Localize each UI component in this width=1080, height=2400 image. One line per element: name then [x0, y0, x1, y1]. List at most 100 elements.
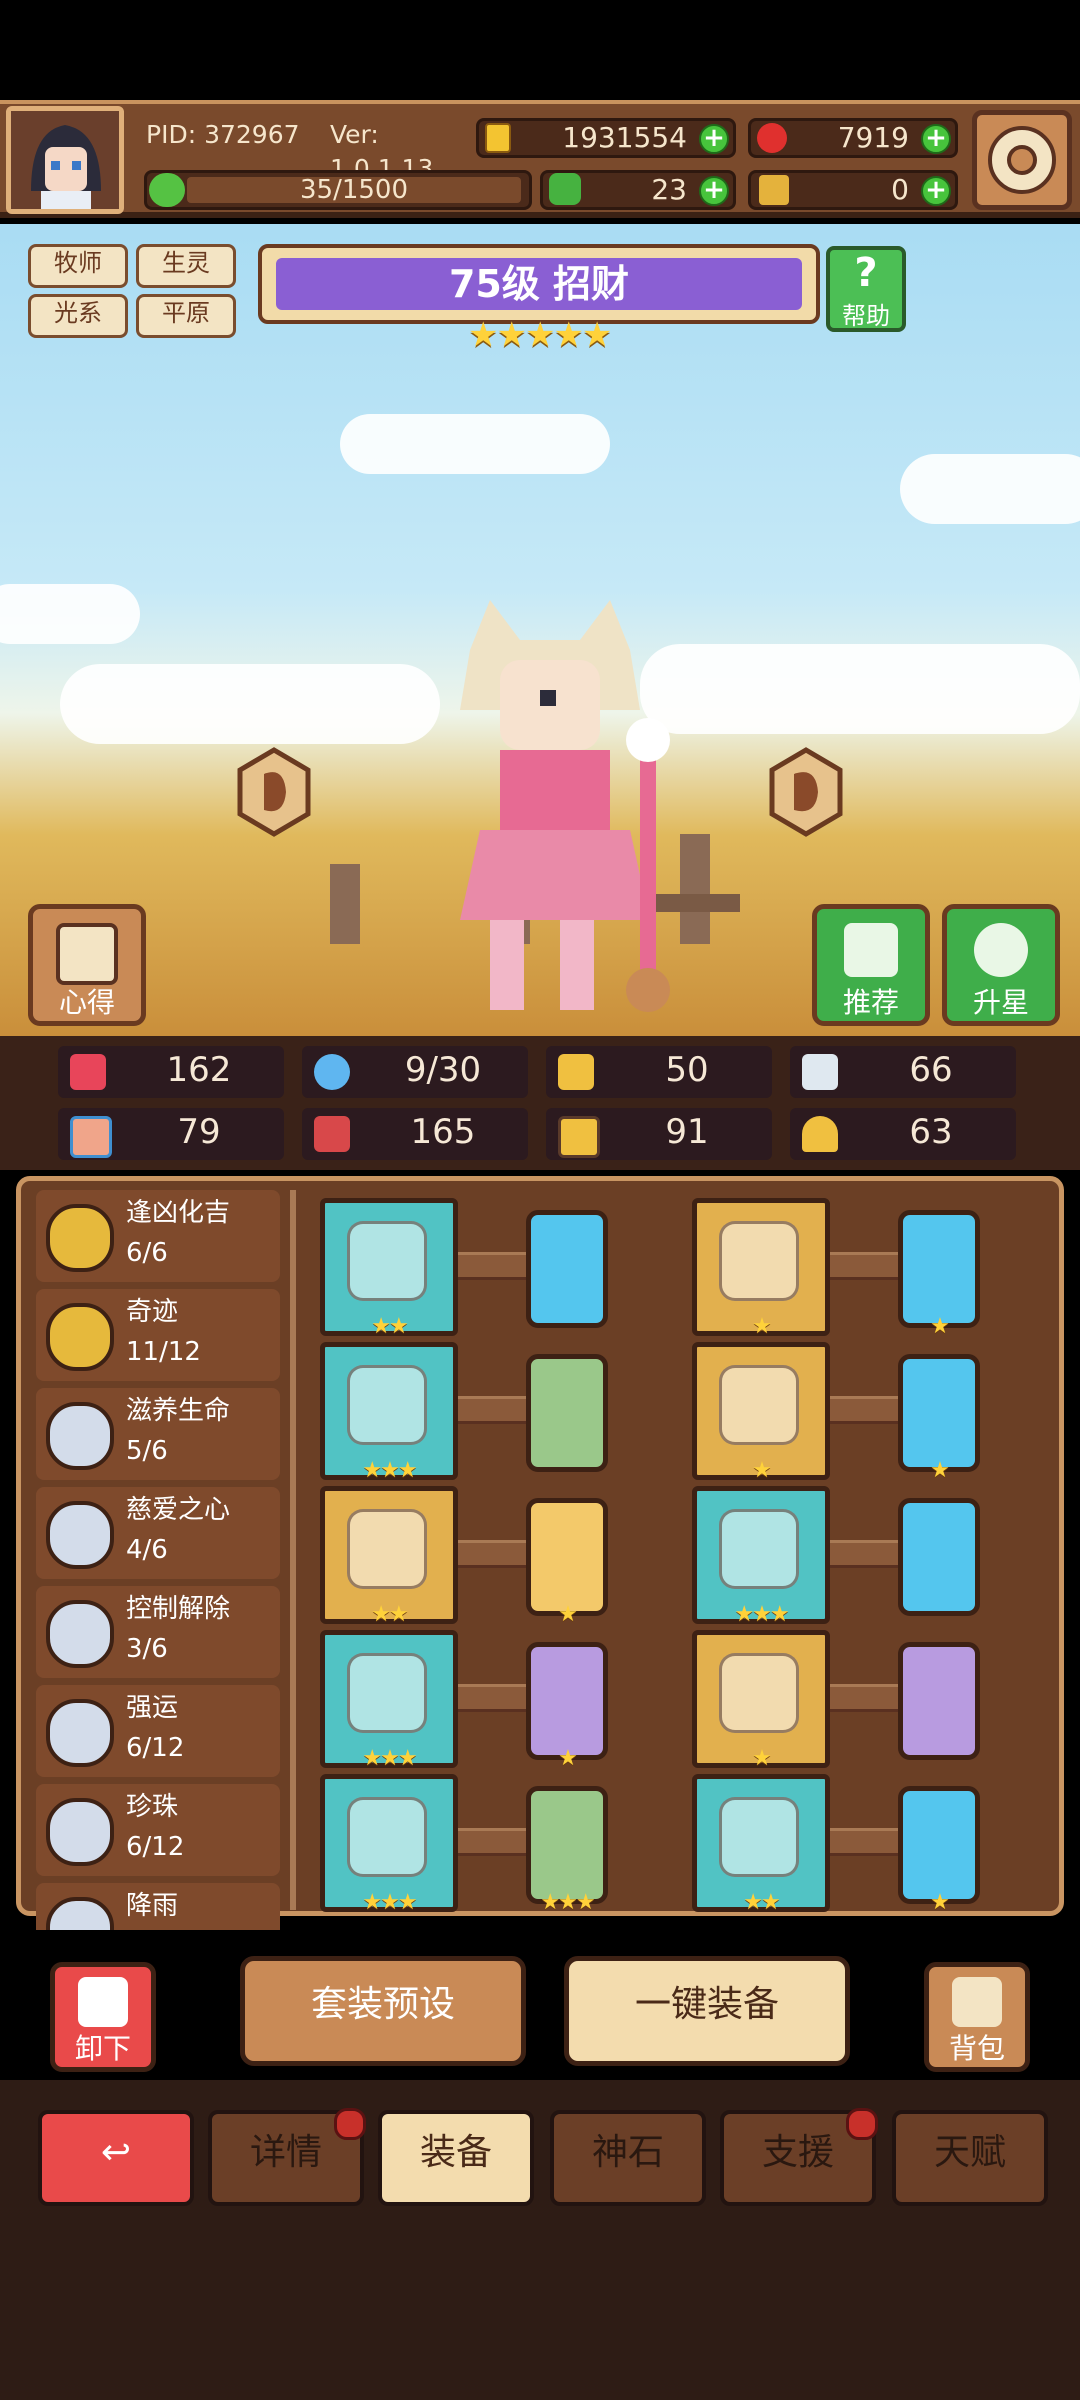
item-star-rating: ★ [752, 1458, 772, 1483]
xinde-button[interactable]: 心得 [28, 904, 146, 1026]
hero-title: 75级 招财 [276, 258, 802, 310]
set-count: 6/12 [126, 1733, 185, 1763]
tab-support[interactable]: 支援 [720, 2108, 878, 2206]
golden-armor-icon[interactable]: ★ [692, 1342, 830, 1483]
back-button[interactable]: ↩ [38, 2110, 194, 2206]
stat-speed-value: 91 [665, 1112, 709, 1152]
spoon-wand-icon[interactable]: ★★ [320, 1198, 458, 1339]
cloud [0, 584, 140, 644]
drop-icon [314, 1054, 350, 1090]
ruby-counter: 7919 + [748, 118, 958, 158]
gold-set-medal-icon [46, 1303, 114, 1371]
class-tag-priest: 牧师 [28, 244, 128, 288]
recommend-button[interactable]: 推荐 [812, 904, 930, 1026]
purple-gem-slot[interactable]: ★ [526, 1642, 608, 1771]
set-name: 控制解除 [126, 1594, 231, 1624]
set-count: 11/12 [126, 1337, 201, 1367]
set-row[interactable]: 降雨 [36, 1883, 280, 1930]
gold-coin-icon [485, 123, 511, 153]
tab-details-label: 详情 [249, 2132, 322, 2173]
tab-support-label: 支援 [761, 2132, 834, 2173]
blue-gem-slot[interactable] [526, 1210, 608, 1328]
silver-set-medal-icon [46, 1798, 114, 1866]
set-name: 滋养生命 [126, 1396, 231, 1426]
set-count: 5/6 [126, 1436, 168, 1466]
set-count: 6/6 [126, 1238, 168, 1268]
green-gem-slot[interactable] [526, 1354, 608, 1472]
golden-helmet-icon[interactable]: ★ [692, 1198, 830, 1339]
set-row[interactable]: 逢凶化吉 6/6 [36, 1190, 280, 1282]
golden-key-icon [759, 175, 789, 205]
blue-gem-slot[interactable]: ★ [898, 1210, 980, 1339]
add-gold-button[interactable]: + [699, 124, 729, 154]
ruby-icon [757, 123, 787, 153]
bronze-medal-icon[interactable]: ★★★ [320, 1630, 458, 1771]
add-key-button[interactable]: + [921, 176, 951, 206]
cloud [60, 664, 440, 744]
key-counter: 0 + [748, 170, 958, 210]
stat-attack: 79 [58, 1108, 284, 1160]
tab-talent[interactable]: 天赋 [892, 2110, 1048, 2206]
set-row[interactable]: 奇迹 11/12 [36, 1289, 280, 1381]
notification-dot [334, 2108, 366, 2140]
pearl-orb-icon[interactable]: ★★★ [320, 1342, 458, 1483]
slot-link [448, 1252, 528, 1280]
question-icon: ? [854, 250, 878, 296]
add-ruby-button[interactable]: + [921, 124, 951, 154]
set-row[interactable]: 控制解除 3/6 [36, 1586, 280, 1678]
equip-all-button[interactable]: 一键装备 [564, 1956, 850, 2066]
unequip-label: 卸下 [74, 2032, 131, 2065]
set-row[interactable]: 珍珠 6/12 [36, 1784, 280, 1876]
set-name: 降雨 [126, 1891, 179, 1921]
clover-counter: 23 + [540, 170, 736, 210]
silver-glove-icon[interactable]: ★★★ [692, 1486, 830, 1627]
silver-set-medal-icon [46, 1402, 114, 1470]
item-art [347, 1509, 427, 1589]
left-slot-gem-icon[interactable] [234, 746, 314, 838]
player-avatar[interactable] [6, 106, 124, 214]
set-bonus-list[interactable]: 逢凶化吉 6/6 奇迹 11/12 滋养生命 5/6 慈爱之心 4/6 控制解除 3/6 … [30, 1190, 286, 1930]
blue-gem-slot[interactable] [898, 1498, 980, 1616]
help-button[interactable]: ? 帮助 [826, 246, 906, 332]
item-art [347, 1797, 427, 1877]
tab-equipment[interactable]: 装备 [378, 2110, 534, 2206]
heart-necklace-icon[interactable]: ★★ [320, 1486, 458, 1627]
tab-god-stone[interactable]: 神石 [550, 2110, 706, 2206]
bag-label: 背包 [948, 2032, 1005, 2065]
purple-gem-slot[interactable] [898, 1642, 980, 1760]
settings-button[interactable] [972, 110, 1072, 210]
set-row[interactable]: 滋养生命 5/6 [36, 1388, 280, 1480]
hero-name-banner: 75级 招财 [258, 244, 820, 324]
slot-link [820, 1828, 900, 1856]
golden-ring-icon[interactable]: ★ [692, 1630, 830, 1771]
stat-defense-value: 50 [665, 1050, 709, 1090]
gem-star-rating: ★ [930, 1314, 950, 1339]
tab-details[interactable]: 详情 [208, 2108, 366, 2206]
slot-link [448, 1540, 528, 1568]
gem-star-rating: ★ [930, 1458, 950, 1483]
item-art [719, 1653, 799, 1733]
set-row[interactable]: 强运 6/12 [36, 1685, 280, 1777]
bag-button[interactable]: 背包 [924, 1962, 1030, 2072]
wing-icon [802, 1054, 838, 1090]
stat-attack-value: 79 [177, 1112, 221, 1152]
set-preset-button[interactable]: 套装预设 [240, 1956, 526, 2066]
set-row[interactable]: 慈爱之心 4/6 [36, 1487, 280, 1579]
potion-flask-icon[interactable]: ★★★ [320, 1774, 458, 1915]
gold-gem-slot[interactable]: ★ [526, 1498, 608, 1627]
green-gem-slot[interactable]: ★★★ [526, 1786, 608, 1915]
right-slot-gem-icon[interactable] [766, 746, 846, 838]
leather-boots-icon[interactable]: ★★ [692, 1774, 830, 1915]
upgrade-star-button[interactable]: 升星 [942, 904, 1060, 1026]
item-star-rating: ★★★ [362, 1746, 417, 1771]
blue-gem-slot[interactable]: ★ [898, 1786, 980, 1915]
silver-set-medal-icon [46, 1600, 114, 1668]
book-icon [314, 1116, 350, 1152]
hero-character-sprite[interactable] [390, 590, 710, 1030]
stat-luck-value: 63 [909, 1112, 953, 1152]
blue-gem-slot[interactable]: ★ [898, 1354, 980, 1483]
add-clover-button[interactable]: + [699, 176, 729, 206]
hero-stats-panel: 162 9/30 50 66 79 165 91 63 [0, 1036, 1080, 1170]
unequip-button[interactable]: 卸下 [50, 1962, 156, 2072]
cloud [340, 414, 610, 474]
